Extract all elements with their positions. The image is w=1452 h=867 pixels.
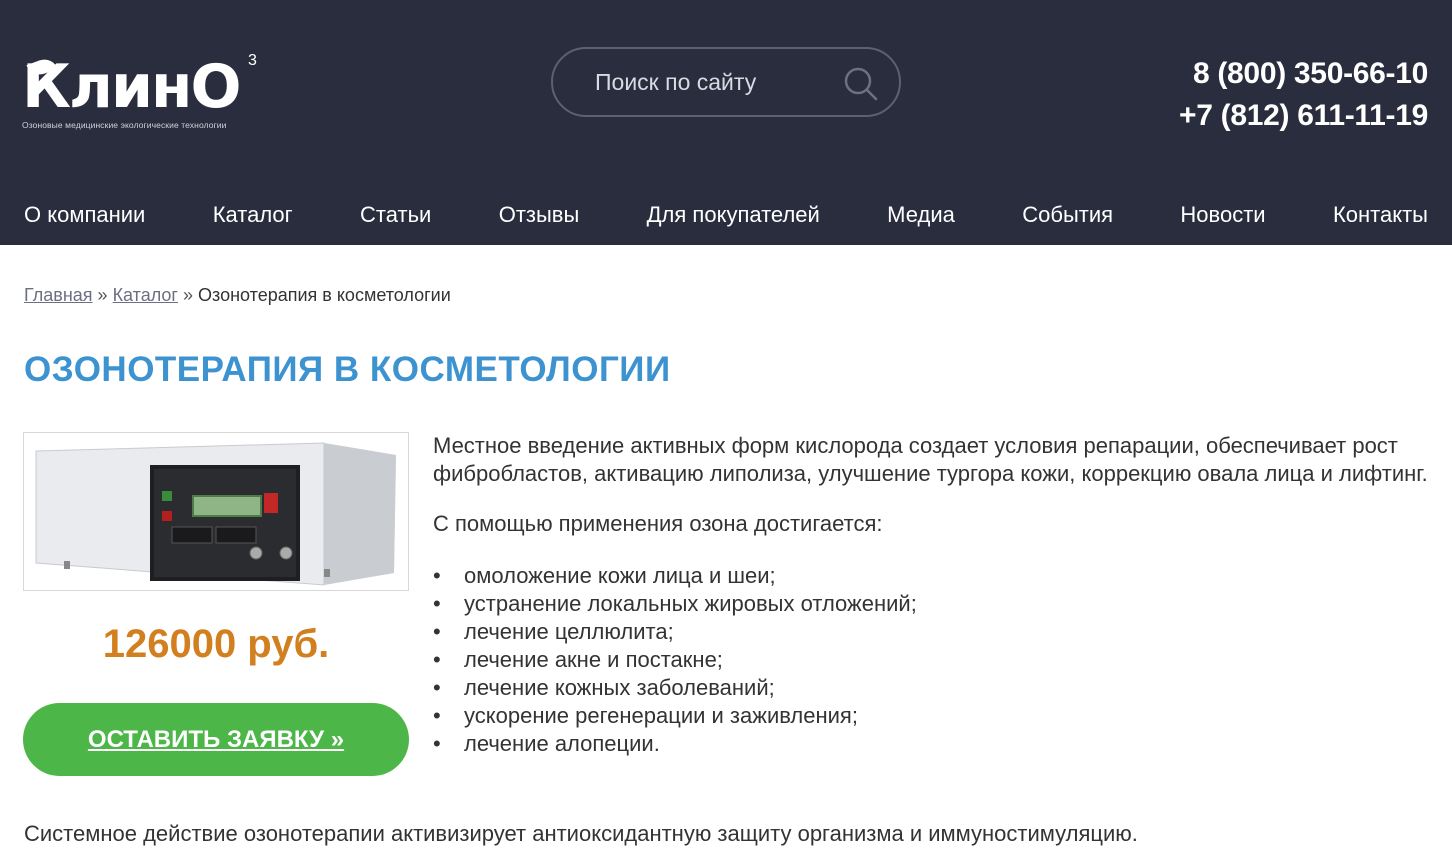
breadcrumb-separator: » bbox=[183, 285, 194, 305]
breadcrumb: Главная » Каталог » Озонотерапия в косме… bbox=[24, 285, 451, 306]
list-item: омоложение кожи лица и шеи; bbox=[433, 562, 1433, 590]
list-item: ускорение регенерации и заживления; bbox=[433, 702, 1433, 730]
nav-item-articles[interactable]: Статьи bbox=[360, 198, 431, 245]
nav-item-contacts[interactable]: Контакты bbox=[1333, 198, 1428, 245]
benefits-heading: С помощью применения озона достигается: bbox=[433, 511, 883, 536]
logo-wordmark: КлинО bbox=[22, 52, 241, 122]
ozone-device-illustration bbox=[35, 442, 396, 586]
nav-item-reviews[interactable]: Отзывы bbox=[499, 198, 580, 245]
phone-primary[interactable]: 8 (800) 350-66-10 bbox=[1179, 53, 1428, 95]
list-item: лечение целлюлита; bbox=[433, 618, 1433, 646]
product-description: Местное введение активных форм кислорода… bbox=[433, 432, 1433, 758]
logo-superscript: 3 bbox=[248, 52, 257, 69]
nav-item-catalog[interactable]: Каталог bbox=[212, 198, 293, 258]
nav-item-buyers[interactable]: Для покупателей bbox=[647, 198, 820, 245]
breadcrumb-catalog[interactable]: Каталог bbox=[113, 285, 178, 305]
search-icon[interactable] bbox=[843, 66, 879, 102]
main-nav: О компании Каталог Статьи Отзывы Для пок… bbox=[24, 198, 1428, 258]
phone-secondary[interactable]: +7 (812) 611-11-19 bbox=[1179, 95, 1428, 137]
breadcrumb-home[interactable]: Главная bbox=[24, 285, 93, 305]
nav-item-media[interactable]: Медиа bbox=[887, 198, 955, 245]
list-item: устранение локальных жировых отложений; bbox=[433, 590, 1433, 618]
intro-paragraph: Местное введение активных форм кислорода… bbox=[433, 433, 1428, 486]
site-logo[interactable]: КлинО 3 Озоновые медицинские экологическ… bbox=[22, 52, 282, 136]
product-image[interactable] bbox=[23, 432, 409, 591]
page-title: ОЗОНОТЕРАПИЯ В КОСМЕТОЛОГИИ bbox=[24, 350, 671, 389]
search-box[interactable]: Поиск по сайту bbox=[551, 47, 901, 117]
logo-tagline: Озоновые медицинские экологические техно… bbox=[22, 120, 227, 130]
breadcrumb-current: Озонотерапия в косметологии bbox=[198, 285, 451, 305]
search-input[interactable]: Поиск по сайту bbox=[595, 69, 756, 96]
list-item: лечение акне и постакне; bbox=[433, 646, 1433, 674]
phone-block: 8 (800) 350-66-10 +7 (812) 611-11-19 bbox=[1179, 53, 1428, 137]
list-item: лечение кожных заболеваний; bbox=[433, 674, 1433, 702]
systemic-effect-paragraph: Системное действие озонотерапии активизи… bbox=[24, 821, 1138, 846]
nav-item-about[interactable]: О компании bbox=[24, 198, 145, 245]
nav-item-news[interactable]: Новости bbox=[1180, 198, 1265, 245]
site-header: КлинО 3 Озоновые медицинские экологическ… bbox=[0, 0, 1452, 258]
product-price: 126000 руб. bbox=[102, 622, 330, 666]
order-button[interactable]: ОСТАВИТЬ ЗАЯВКУ » bbox=[23, 703, 409, 776]
nav-item-events[interactable]: События bbox=[1022, 198, 1113, 245]
list-item: лечение алопеции. bbox=[433, 730, 1433, 758]
breadcrumb-separator: » bbox=[97, 285, 108, 305]
benefits-list: омоложение кожи лица и шеи; устранение л… bbox=[433, 562, 1433, 758]
